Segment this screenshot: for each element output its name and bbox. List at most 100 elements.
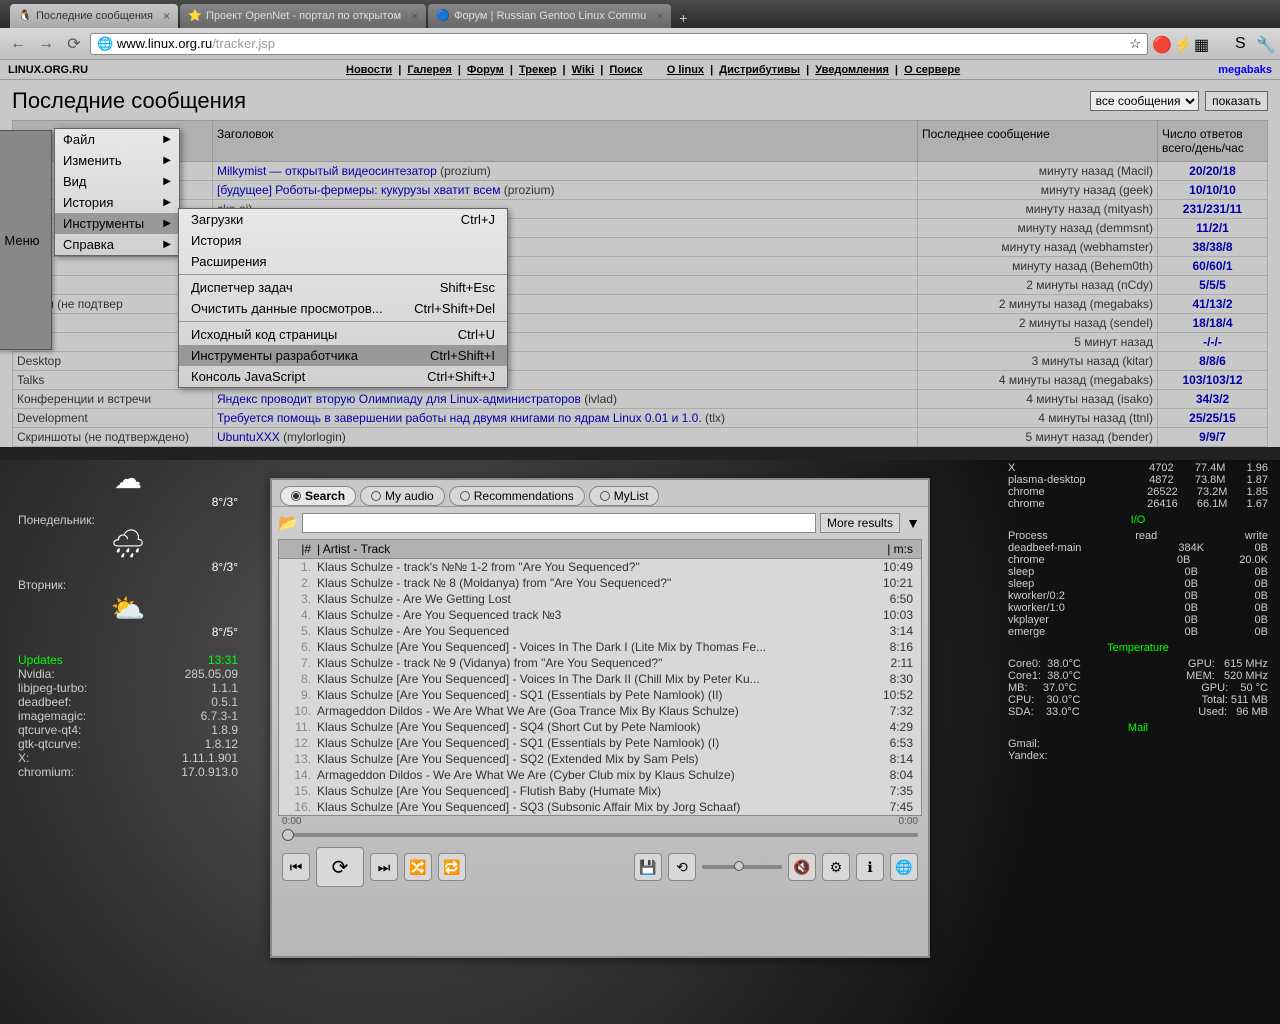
shuffle-button[interactable]: 🔀 [404, 853, 432, 881]
track-row[interactable]: 12.Klaus Schulze [Are You Sequenced] - S… [279, 735, 921, 751]
nav-link[interactable]: Уведомления [815, 64, 889, 76]
browser-tab-1[interactable]: ⭐Проект OpenNet - портал по открытом× [180, 4, 426, 28]
url-input[interactable]: 🌐 www.linux.org.ru/tracker.jsp ☆ [90, 33, 1148, 55]
io-row: sleep0B0B [1008, 566, 1268, 578]
bookmark-star-icon[interactable]: ☆ [1129, 36, 1141, 52]
close-icon[interactable]: × [656, 9, 663, 23]
more-results-button[interactable]: More results [820, 513, 900, 533]
reload-button[interactable]: ⟳ [62, 32, 86, 56]
close-icon[interactable]: × [411, 9, 418, 23]
settings-icon[interactable]: ⚙ [822, 853, 850, 881]
mute-icon[interactable]: 🔇 [788, 853, 816, 881]
menu-item[interactable]: Вид▶ [55, 171, 179, 192]
temp-day1: 8°/3° [18, 560, 238, 574]
nav-link[interactable]: О сервере [904, 64, 960, 76]
browser-tab-0[interactable]: 🐧Последние сообщения× [10, 4, 178, 28]
track-row[interactable]: 13.Klaus Schulze [Are You Sequenced] - S… [279, 751, 921, 767]
player-tab-recommendations[interactable]: Recommendations [449, 486, 585, 506]
track-row[interactable]: 10.Armageddon Dildos - We Are What We Ar… [279, 703, 921, 719]
browser-tab-2[interactable]: 🔵Форум | Russian Gentoo Linux Commu× [428, 4, 671, 28]
submenu-item[interactable]: Диспетчер задачShift+Esc [179, 277, 507, 298]
submenu-item[interactable]: ЗагрузкиCtrl+J [179, 209, 507, 230]
save-icon[interactable]: 💾 [634, 853, 662, 881]
abp-icon[interactable]: 🔴 [1152, 35, 1170, 53]
track-row[interactable]: 6.Klaus Schulze [Are You Sequenced] - Vo… [279, 639, 921, 655]
track-row[interactable]: 11.Klaus Schulze [Are You Sequenced] - S… [279, 719, 921, 735]
repeat-button[interactable]: 🔁 [438, 853, 466, 881]
menu-item[interactable]: Инструменты▶ [55, 213, 179, 234]
forward-button[interactable]: → [34, 32, 58, 56]
nav-link[interactable]: Wiki [572, 64, 595, 76]
track-row[interactable]: 8.Klaus Schulze [Are You Sequenced] - Vo… [279, 671, 921, 687]
temp-row: CPU: 30.0°CTotal: 511 MB [1008, 694, 1268, 706]
updates-label: Updates [18, 653, 63, 667]
table-row[interactable]: DevelopmentТребуется помощь в завершении… [13, 409, 1268, 428]
nav-link[interactable]: О linux [667, 64, 704, 76]
site-logo[interactable]: LINUX.ORG.RU [8, 64, 88, 76]
track-row[interactable]: 16.Klaus Schulze [Are You Sequenced] - S… [279, 799, 921, 815]
submenu-item[interactable]: Расширения [179, 251, 507, 272]
music-player: Search My audio Recommendations MyList 📂… [270, 478, 930, 958]
username-link[interactable]: megabaks [1218, 64, 1272, 76]
close-icon[interactable]: × [163, 9, 170, 23]
track-row[interactable]: 2.Klaus Schulze - track № 8 (Moldanya) f… [279, 575, 921, 591]
stylish-icon[interactable]: S [1235, 35, 1253, 53]
ext-icon[interactable]: ▦ [1194, 35, 1212, 53]
pkg-row: deadbeef:0.5.1 [18, 695, 238, 709]
table-row[interactable]: Конференции и встречиЯндекс проводит вто… [13, 390, 1268, 409]
track-row[interactable]: 3.Klaus Schulze - Are We Getting Lost6:5… [279, 591, 921, 607]
submenu-item[interactable]: Консоль JavaScriptCtrl+Shift+J [179, 366, 507, 387]
track-row[interactable]: 15.Klaus Schulze [Are You Sequenced] - F… [279, 783, 921, 799]
nav-link[interactable]: Поиск [609, 64, 642, 76]
io-row: chrome0B20.0K [1008, 554, 1268, 566]
seek-slider[interactable] [282, 833, 918, 837]
menu-button[interactable]: Меню [0, 130, 52, 350]
search-input[interactable] [302, 513, 816, 533]
refresh-icon[interactable]: ⟲ [668, 853, 696, 881]
menu-item[interactable]: Изменить▶ [55, 150, 179, 171]
submenu-item[interactable]: Инструменты разработчикаCtrl+Shift+I [179, 345, 507, 366]
submenu-item[interactable]: История [179, 230, 507, 251]
prev-button[interactable]: ⏮ [282, 853, 310, 881]
track-row[interactable]: 4.Klaus Schulze - Are You Sequenced trac… [279, 607, 921, 623]
flash-icon[interactable]: ⚡ [1173, 35, 1191, 53]
submenu-item[interactable]: Исходный код страницыCtrl+U [179, 324, 507, 345]
table-row[interactable]: Milkymist — открытый видеосинтезатор (pr… [13, 162, 1268, 181]
next-button[interactable]: ⏭ [370, 853, 398, 881]
nav-link[interactable]: Форум [467, 64, 504, 76]
nav-link[interactable]: Галерея [407, 64, 451, 76]
open-folder-icon[interactable]: 📂 [278, 513, 298, 533]
browser-tab-strip: 🐧Последние сообщения× ⭐Проект OpenNet - … [0, 0, 1280, 28]
info-icon[interactable]: ℹ [856, 853, 884, 881]
player-tab-search[interactable]: Search [280, 486, 356, 506]
web-icon[interactable]: 🌐 [890, 853, 918, 881]
tools-submenu: ЗагрузкиCtrl+JИсторияРасширения Диспетчер… [178, 208, 508, 388]
track-row[interactable]: 5.Klaus Schulze - Are You Sequenced3:14 [279, 623, 921, 639]
filter-icon[interactable]: ▼ [904, 515, 922, 531]
main-menu: Файл▶Изменить▶Вид▶История▶Инструменты▶Сп… [54, 128, 180, 256]
menu-item[interactable]: Файл▶ [55, 129, 179, 150]
filter-select[interactable]: все сообщения [1090, 91, 1199, 111]
new-tab-button[interactable]: + [673, 8, 693, 28]
track-list[interactable]: 1.Klaus Schulze - track's №№ 1-2 from "A… [278, 559, 922, 816]
play-button[interactable]: ⟳ [316, 847, 364, 887]
submenu-item[interactable]: Очистить данные просмотров...Ctrl+Shift+… [179, 298, 507, 319]
player-tab-myaudio[interactable]: My audio [360, 486, 445, 506]
nav-link[interactable]: Дистрибутивы [719, 64, 800, 76]
table-row[interactable]: Скриншоты (не подтверждено)UbuntuXXX (my… [13, 428, 1268, 447]
menu-item[interactable]: История▶ [55, 192, 179, 213]
track-row[interactable]: 9.Klaus Schulze [Are You Sequenced] - SQ… [279, 687, 921, 703]
track-row[interactable]: 1.Klaus Schulze - track's №№ 1-2 from "A… [279, 559, 921, 575]
table-row[interactable]: [будущее] Роботы-фермеры: кукурузы хвати… [13, 181, 1268, 200]
nav-link[interactable]: Новости [346, 64, 392, 76]
volume-slider[interactable] [702, 865, 782, 869]
menu-item[interactable]: Справка▶ [55, 234, 179, 255]
back-button[interactable]: ← [6, 32, 30, 56]
show-button[interactable]: показать [1205, 91, 1268, 111]
player-tab-mylist[interactable]: MyList [589, 486, 660, 506]
proc-row: chrome2652273.2M1.85 [1008, 486, 1268, 498]
wrench-icon[interactable]: 🔧 [1256, 35, 1274, 53]
track-row[interactable]: 14.Armageddon Dildos - We Are What We Ar… [279, 767, 921, 783]
track-row[interactable]: 7.Klaus Schulze - track № 9 (Vidanya) fr… [279, 655, 921, 671]
nav-link[interactable]: Трекер [519, 64, 556, 76]
